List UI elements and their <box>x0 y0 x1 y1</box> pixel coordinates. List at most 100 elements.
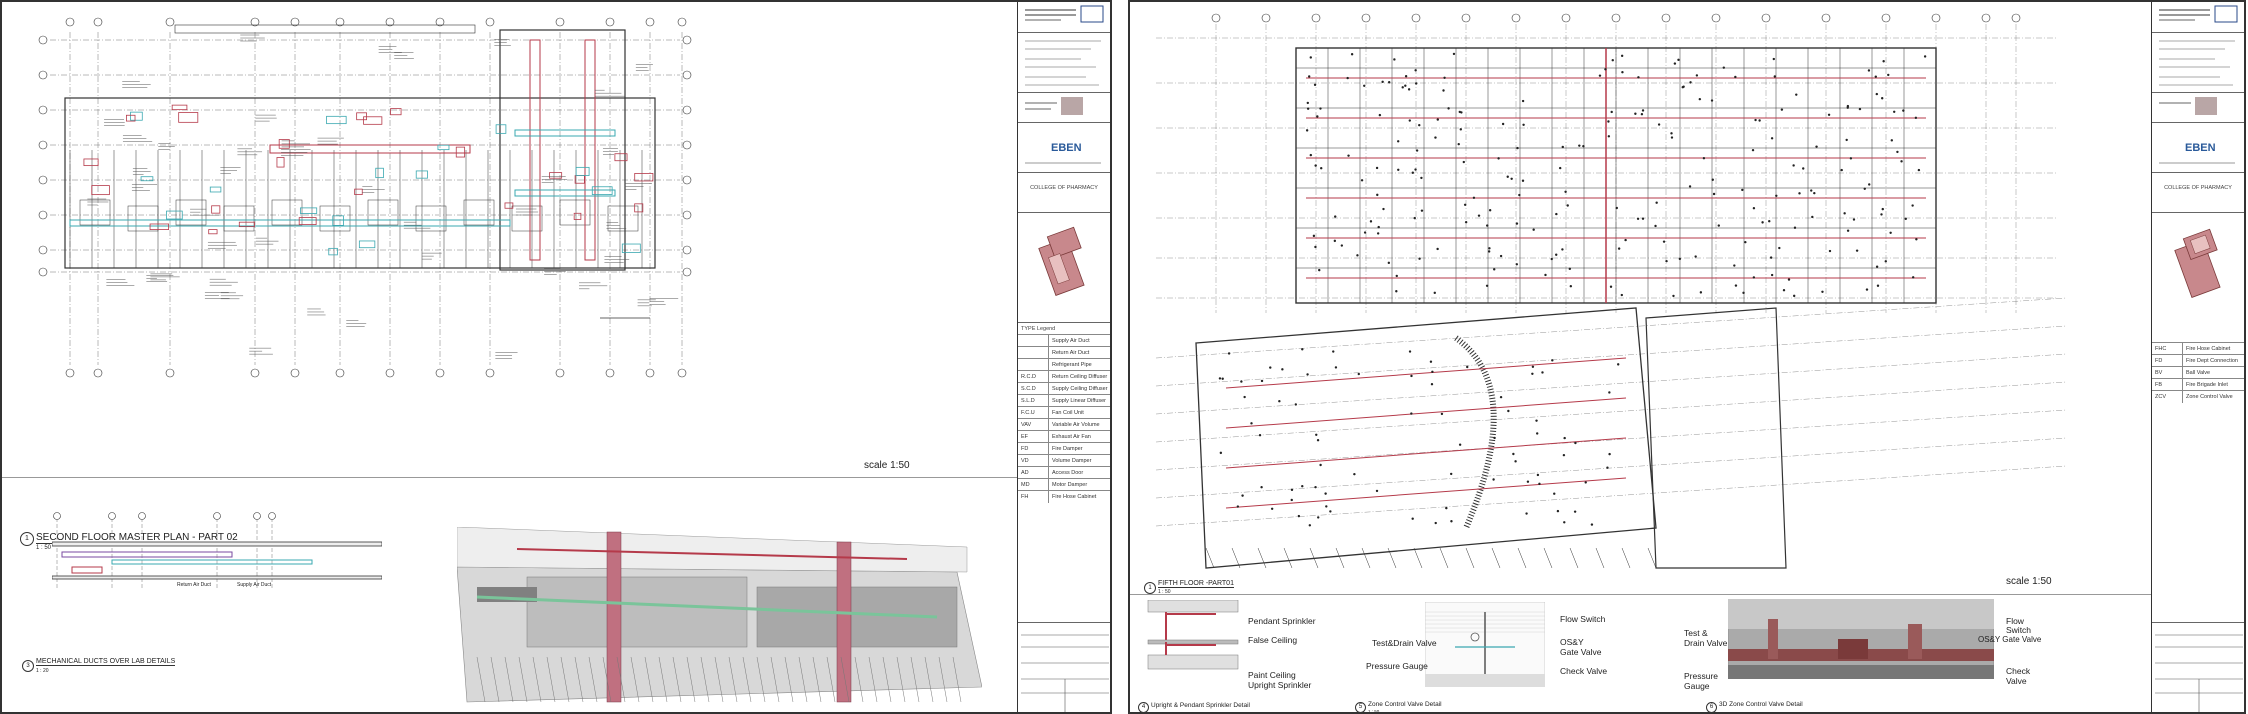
sprinkler-head <box>1413 216 1416 220</box>
legend-row: FD Fire Dept Connection <box>2152 354 2244 367</box>
sprinkler-head <box>1787 278 1791 281</box>
sprinkler-head <box>1858 107 1862 111</box>
sprinkler-head <box>1880 213 1883 216</box>
sprinkler-head <box>1536 432 1539 435</box>
sprinkler-head <box>1219 451 1223 455</box>
grid-bubble <box>38 267 48 277</box>
grid-bubble <box>65 17 75 27</box>
sprinkler-head <box>1712 192 1716 196</box>
client-logo-icon <box>1025 5 1104 23</box>
sprinkler-head <box>1440 412 1444 416</box>
sprinkler-head <box>1429 360 1433 363</box>
sprinkler-head <box>1558 166 1562 170</box>
sprinkler-head <box>1414 168 1417 171</box>
legend-code: FH <box>1021 494 1029 500</box>
hatch <box>1413 547 1423 569</box>
sprinkler-head <box>1518 193 1521 197</box>
diffuser <box>358 240 376 249</box>
sprinkler-head <box>1744 240 1747 244</box>
drawing-sheet-fire-fighting: scale 1:50 1 FIFTH FLOOR -PART01 1 : 50 … <box>1128 0 2246 714</box>
sprinkler-head <box>1414 69 1417 72</box>
diffuser <box>326 115 347 125</box>
sprinkler-head <box>1698 97 1702 101</box>
valve-label: Valve <box>2006 676 2027 686</box>
diffuser <box>298 217 317 226</box>
client-logo-icon <box>2159 5 2238 23</box>
sprinkler-head <box>1846 229 1850 232</box>
sprinkler-head <box>1568 267 1572 271</box>
hatch <box>1283 547 1293 569</box>
legend-row: Return Air Duct <box>1018 346 1110 359</box>
3d-duct-view <box>457 527 982 703</box>
sprinkler-head <box>1269 366 1272 369</box>
sprinkler-head <box>1395 290 1398 293</box>
sprinkler-head <box>1802 167 1805 170</box>
sprinkler-head <box>1881 207 1884 211</box>
hatch <box>1491 547 1501 569</box>
grid-bubble <box>1311 13 1321 23</box>
sprinkler-head <box>1900 160 1903 163</box>
branch-pipe <box>1225 477 1627 509</box>
legend-row: S.C.D Supply Ceiling Diffuser <box>1018 382 1110 395</box>
sprinkler-head <box>1640 112 1644 116</box>
grid-bubble <box>682 140 692 150</box>
sprinkler-head <box>1584 481 1587 484</box>
legend-row: EF Exhaust Air Fan <box>1018 430 1110 443</box>
branch-pipe <box>1225 437 1627 469</box>
sprinkler-head <box>1430 383 1434 386</box>
grid-bubble <box>1711 13 1721 23</box>
sprinkler-head <box>1768 220 1771 223</box>
title-block-notes <box>2152 32 2244 92</box>
sprinkler-head <box>1711 178 1714 181</box>
sprinkler-head <box>1497 157 1500 160</box>
plan-number: 1 <box>1144 582 1156 594</box>
grid-bubble <box>677 368 687 378</box>
sprinkler-head <box>1258 434 1262 437</box>
sprinkler-head <box>1875 265 1879 268</box>
zone-valve-detail-drawing <box>1425 602 1545 687</box>
branch-pipe <box>1225 397 1627 429</box>
column <box>836 541 852 703</box>
valve <box>1838 639 1868 659</box>
project-name: COLLEGE OF PHARMACY <box>2152 172 2244 212</box>
riser <box>1908 624 1922 659</box>
sprinkler-head <box>1598 74 1602 77</box>
sprinkler-head <box>1375 166 1379 170</box>
diffuser <box>375 167 384 179</box>
sprinkler-head <box>1569 285 1573 288</box>
sprinkler-head <box>1306 373 1309 376</box>
sprinkler-head <box>1655 201 1658 204</box>
sprinkler-head <box>1294 403 1297 406</box>
osy-label: OS&Y <box>1560 637 1584 647</box>
sprinkler-head <box>1865 288 1869 291</box>
detail4-title: Upright & Pendant Sprinkler Detail <box>1151 702 1250 709</box>
sprinkler-head <box>1769 256 1773 259</box>
sprinkler-head <box>1290 488 1294 492</box>
legend-row: Refrigerant Pipe <box>1018 358 1110 371</box>
scale-note: scale 1:50 <box>864 460 910 471</box>
riser-duct <box>529 39 541 261</box>
room <box>175 199 207 226</box>
grid-bubble <box>2011 13 2021 23</box>
sprinkler-head <box>1734 75 1737 79</box>
room <box>463 199 495 226</box>
hatch <box>1595 547 1605 569</box>
sprinkler-head <box>1442 89 1445 92</box>
sprinkler-head <box>1411 171 1415 174</box>
ducts <box>69 39 654 261</box>
grid-bubble <box>335 368 345 378</box>
outer-wall <box>1645 307 1787 569</box>
key-plan <box>2152 212 2244 327</box>
sprinkler-head <box>1887 73 1890 77</box>
riser <box>1768 619 1778 659</box>
sprinkler-head <box>1410 374 1413 378</box>
hatch <box>1569 547 1579 569</box>
sprinkler-head <box>1665 259 1668 263</box>
grid-bubble <box>485 368 495 378</box>
sprinkler-head <box>1855 249 1859 252</box>
legend-code: ZCV <box>2155 394 2166 400</box>
room <box>511 205 543 232</box>
hatch <box>1335 547 1345 569</box>
sprinkler-head <box>1688 185 1692 188</box>
ceiling <box>52 575 382 580</box>
